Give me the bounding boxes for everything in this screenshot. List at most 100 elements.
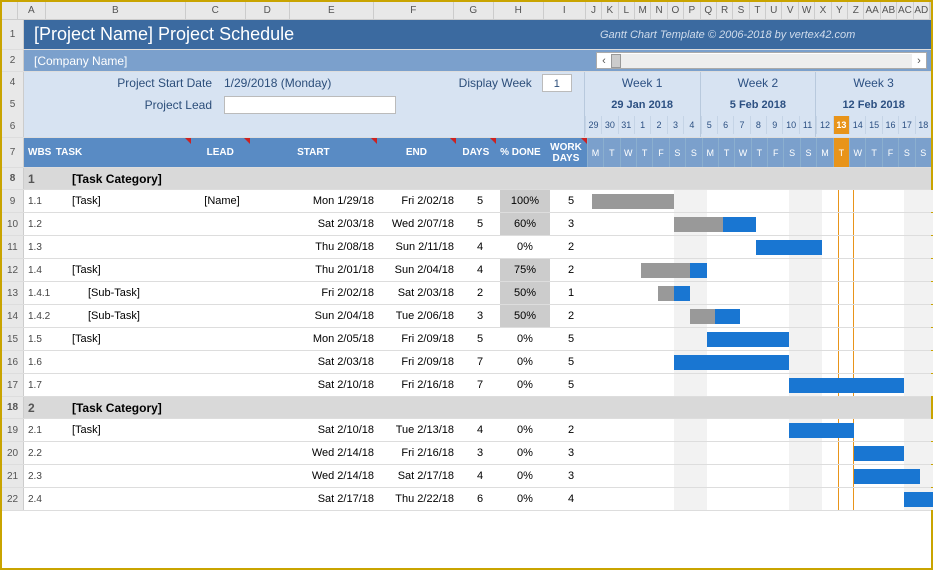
cell-done[interactable]: 0% [500, 236, 550, 258]
col-letter[interactable]: F [374, 2, 454, 19]
cell-work[interactable]: 1 [550, 282, 592, 304]
cell-lead[interactable] [192, 374, 252, 396]
cell-work[interactable]: 2 [550, 305, 592, 327]
task-row[interactable]: 171.7Sat 2/10/18Fri 2/16/1870%5 [2, 374, 931, 397]
row-number[interactable]: 19 [2, 419, 24, 441]
col-letter[interactable]: E [290, 2, 374, 19]
cell-end[interactable]: Fri 2/09/18 [380, 351, 460, 373]
task-row[interactable]: 111.3Thu 2/08/18Sun 2/11/1840%2 [2, 236, 931, 259]
cell-wbs[interactable]: 1.4 [24, 259, 52, 281]
category-row[interactable]: 81[Task Category] [2, 168, 931, 190]
row-number[interactable]: 22 [2, 488, 24, 510]
cell-done[interactable]: 0% [500, 328, 550, 350]
cell-end[interactable]: Fri 2/02/18 [380, 190, 460, 212]
cat-name[interactable]: [Task Category] [52, 168, 592, 189]
cell-lead[interactable] [192, 419, 252, 441]
cell-start[interactable]: Mon 2/05/18 [252, 328, 380, 350]
gantt-bar[interactable] [756, 240, 822, 255]
cell-end[interactable]: Fri 2/09/18 [380, 328, 460, 350]
cell-work[interactable]: 5 [550, 190, 592, 212]
cell-days[interactable]: 3 [460, 442, 500, 464]
cell-start[interactable]: Fri 2/02/18 [252, 282, 380, 304]
col-letter[interactable]: B [46, 2, 186, 19]
cell-end[interactable]: Wed 2/07/18 [380, 213, 460, 235]
cell-end[interactable]: Thu 2/22/18 [380, 488, 460, 510]
cell-days[interactable]: 5 [460, 328, 500, 350]
cell-work[interactable]: 2 [550, 236, 592, 258]
cell-wbs[interactable]: 2.1 [24, 419, 52, 441]
cell-lead[interactable] [192, 236, 252, 258]
cell-days[interactable]: 2 [460, 282, 500, 304]
cell-start[interactable]: Wed 2/14/18 [252, 465, 380, 487]
row-number[interactable]: 17 [2, 374, 24, 396]
cell-wbs[interactable]: 2.4 [24, 488, 52, 510]
cell-start[interactable]: Thu 2/01/18 [252, 259, 380, 281]
cat-name[interactable]: [Task Category] [52, 397, 592, 418]
col-done[interactable]: % DONE [496, 138, 546, 167]
col-days[interactable]: DAYS [456, 138, 496, 167]
cell-work[interactable]: 4 [550, 488, 592, 510]
cell-done[interactable]: 50% [500, 282, 550, 304]
task-row[interactable]: 121.4[Task]Thu 2/01/18Sun 2/04/18475%2 [2, 259, 931, 282]
cell-done[interactable]: 0% [500, 488, 550, 510]
row-number[interactable]: 18 [2, 397, 24, 418]
task-row[interactable]: 131.4.1[Sub-Task]Fri 2/02/18Sat 2/03/182… [2, 282, 931, 305]
cell-end[interactable]: Sun 2/04/18 [380, 259, 460, 281]
col-letter[interactable]: D [246, 2, 290, 19]
cell-start[interactable]: Wed 2/14/18 [252, 442, 380, 464]
col-letter[interactable]: K [602, 2, 618, 19]
col-letter[interactable]: X [815, 2, 831, 19]
task-row[interactable]: 151.5[Task]Mon 2/05/18Fri 2/09/1850%5 [2, 328, 931, 351]
cell-work[interactable]: 5 [550, 351, 592, 373]
task-row[interactable]: 91.1[Task][Name]Mon 1/29/18Fri 2/02/1851… [2, 190, 931, 213]
row-number[interactable]: 16 [2, 351, 24, 373]
cell-task[interactable] [52, 374, 192, 396]
col-letter[interactable]: L [619, 2, 635, 19]
cell-task[interactable]: [Task] [52, 259, 192, 281]
project-title[interactable]: [Project Name] Project Schedule [24, 20, 592, 49]
cell-start[interactable]: Thu 2/08/18 [252, 236, 380, 258]
col-letter[interactable]: T [750, 2, 766, 19]
cell-lead[interactable] [192, 259, 252, 281]
cell-lead[interactable] [192, 488, 252, 510]
task-row[interactable]: 212.3Wed 2/14/18Sat 2/17/1840%3 [2, 465, 931, 488]
cell-done[interactable]: 0% [500, 374, 550, 396]
cell-task[interactable]: [Task] [52, 419, 192, 441]
gantt-bar[interactable] [854, 469, 920, 484]
row-number[interactable]: 12 [2, 259, 24, 281]
row-number[interactable]: 21 [2, 465, 24, 487]
start-date-value[interactable]: 1/29/2018 (Monday) [224, 76, 331, 90]
col-letter[interactable]: AB [881, 2, 897, 19]
cell-start[interactable]: Sat 2/03/18 [252, 351, 380, 373]
row-number[interactable]: 8 [2, 168, 24, 189]
task-row[interactable]: 161.6Sat 2/03/18Fri 2/09/1870%5 [2, 351, 931, 374]
row-number[interactable]: 9 [2, 190, 24, 212]
cell-task[interactable] [52, 465, 192, 487]
col-letter[interactable]: Z [848, 2, 864, 19]
col-letter[interactable]: O [668, 2, 684, 19]
col-end[interactable]: END [377, 138, 456, 167]
cell-days[interactable]: 7 [460, 351, 500, 373]
cell-work[interactable]: 2 [550, 419, 592, 441]
cell-done[interactable]: 0% [500, 419, 550, 441]
cell-start[interactable]: Sat 2/03/18 [252, 213, 380, 235]
cell-days[interactable]: 5 [460, 213, 500, 235]
cell-work[interactable]: 3 [550, 465, 592, 487]
cell-start[interactable]: Sun 2/04/18 [252, 305, 380, 327]
col-letter[interactable]: W [799, 2, 815, 19]
week-scrollbar[interactable]: ‹ › [596, 52, 927, 69]
cell-task[interactable] [52, 442, 192, 464]
cell-done[interactable]: 75% [500, 259, 550, 281]
cell-end[interactable]: Sat 2/03/18 [380, 282, 460, 304]
cell-lead[interactable] [192, 465, 252, 487]
cell-task[interactable]: [Task] [52, 190, 192, 212]
col-letter[interactable]: A [18, 2, 46, 19]
row-number[interactable]: 20 [2, 442, 24, 464]
cell-end[interactable]: Sun 2/11/18 [380, 236, 460, 258]
col-start[interactable]: START [250, 138, 377, 167]
cell-work[interactable]: 3 [550, 442, 592, 464]
cell-wbs[interactable]: 1.4.1 [24, 282, 52, 304]
cell-end[interactable]: Tue 2/13/18 [380, 419, 460, 441]
cell-wbs[interactable]: 1.1 [24, 190, 52, 212]
gantt-bar[interactable] [707, 332, 789, 347]
